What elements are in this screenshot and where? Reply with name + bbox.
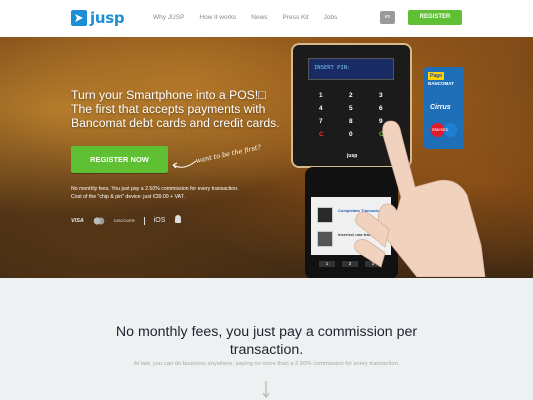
mastercard-logo-icon	[92, 216, 105, 225]
pos-screen-text: INSERT PIN:	[314, 65, 351, 71]
logo-arrow-icon	[71, 10, 87, 26]
jusp-logo[interactable]: jusp	[71, 9, 125, 27]
hero-title-line: Bancomat debt cards and credit cards.	[71, 116, 280, 130]
hero-banner: Turn your Smartphone into a POS!□ The fi…	[0, 37, 533, 278]
hero-title-line: Turn your Smartphone into a POS!□	[71, 88, 266, 102]
heading-line: No monthly fees, you just pay a commissi…	[115, 324, 418, 340]
top-header: jusp Why JUSP How it works News Press Ki…	[0, 0, 533, 37]
phone-key: 1	[319, 261, 335, 267]
features-section: No monthly fees, you just pay a commissi…	[0, 278, 533, 400]
section-heading: No monthly fees, you just pay a commissi…	[0, 323, 533, 359]
hero-fine-print: No monthly fees. You just pay a 2.50% co…	[71, 185, 291, 201]
logo-text: jusp	[90, 9, 125, 27]
curved-arrow-icon	[172, 160, 197, 169]
down-arrow-icon	[262, 381, 270, 398]
discover-logo-icon: DISCOVER	[113, 218, 135, 223]
product-thumbnail-icon	[317, 231, 333, 247]
main-nav: Why JUSP How it works News Press Kit Job…	[153, 14, 337, 21]
nav-jobs[interactable]: Jobs	[324, 14, 338, 21]
heading-line: transaction.	[229, 342, 304, 358]
language-button[interactable]: en	[380, 11, 395, 24]
divider	[143, 216, 145, 225]
hero-handwritten-note: want to be the first?	[194, 143, 262, 165]
shoe-thumbnail-icon	[317, 207, 333, 223]
hero-title: Turn your Smartphone into a POS!□ The fi…	[71, 88, 301, 130]
nav-why-jusp[interactable]: Why JUSP	[153, 14, 184, 21]
fine-print-line: Cost of the "chip & pin" device: just €3…	[71, 194, 185, 200]
section-subtitle: At last, you can do business anywhere, p…	[133, 361, 400, 367]
nav-press-kit[interactable]: Press Kit	[283, 14, 309, 21]
register-button[interactable]: REGISTER	[408, 10, 462, 25]
supported-cards-row: VISA DISCOVER iOS	[71, 215, 182, 226]
ios-logo-icon: iOS	[153, 217, 166, 224]
android-logo-icon	[174, 215, 182, 226]
fine-print-line: No monthly fees. You just pay a 2.50% co…	[71, 186, 239, 192]
hand-image	[354, 120, 486, 277]
nav-news[interactable]: News	[251, 14, 267, 21]
hero-title-line: The first that accepts payments with	[71, 102, 266, 116]
visa-logo-icon: VISA	[71, 217, 84, 224]
register-now-button[interactable]: REGISTER NOW	[71, 146, 168, 173]
nav-how-it-works[interactable]: How it works	[199, 14, 236, 21]
